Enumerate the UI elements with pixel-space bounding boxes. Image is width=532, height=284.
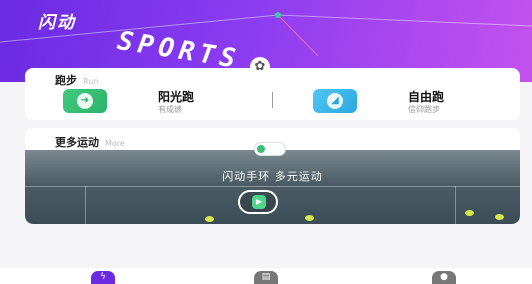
profile-icon: ●	[440, 272, 448, 282]
tennis-ball	[305, 215, 314, 221]
sunshine-run-button[interactable]: ➜ 阳光跑 有成绩	[63, 86, 263, 116]
free-run-label: 自由跑	[408, 90, 445, 104]
lightning-icon: ϟ	[100, 272, 106, 282]
tab-sports[interactable]: ϟ	[91, 271, 115, 284]
tennis-ball	[495, 214, 504, 220]
run-divider	[272, 92, 273, 108]
calendar-icon: ▤	[261, 272, 271, 282]
banner-slogan: 闪动手环 多元运动	[222, 170, 323, 183]
sunshine-run-desc: 有成绩	[158, 105, 182, 114]
more-section-subtitle: More	[105, 139, 125, 148]
gear-icon: ✿	[250, 57, 270, 77]
free-run-desc: 信仰跑步	[408, 105, 440, 114]
tab-schedule[interactable]: ▤	[254, 271, 278, 284]
tennis-ball	[465, 210, 474, 216]
tab-profile[interactable]: ●	[432, 271, 456, 284]
run-section-subtitle: Run	[83, 77, 99, 86]
sneaker-icon: ◢	[313, 89, 357, 113]
sunshine-run-label: 阳光跑	[158, 90, 195, 104]
bottom-tab-bar: ϟ ▤ ●	[0, 268, 532, 284]
play-button[interactable]: ▶	[238, 190, 278, 214]
tennis-ball	[205, 216, 214, 222]
more-sports-card: 更多运动 More 闪动手环 多元运动 ▶	[25, 128, 520, 224]
free-run-button[interactable]: ◢ 自由跑 信仰跑步	[313, 86, 513, 116]
more-sports-banner[interactable]: 闪动手环 多元运动 ▶	[25, 150, 520, 224]
run-shoe-icon: ➜	[63, 89, 107, 113]
more-section-title: 更多运动 More	[55, 136, 125, 149]
banner-toggle[interactable]	[254, 142, 286, 156]
brand-logo-text: 闪动	[38, 13, 76, 33]
run-card: 跑步 Run ➜ 阳光跑 有成绩 ◢ 自由跑 信仰跑步	[25, 68, 520, 120]
play-icon: ▶	[252, 195, 266, 209]
